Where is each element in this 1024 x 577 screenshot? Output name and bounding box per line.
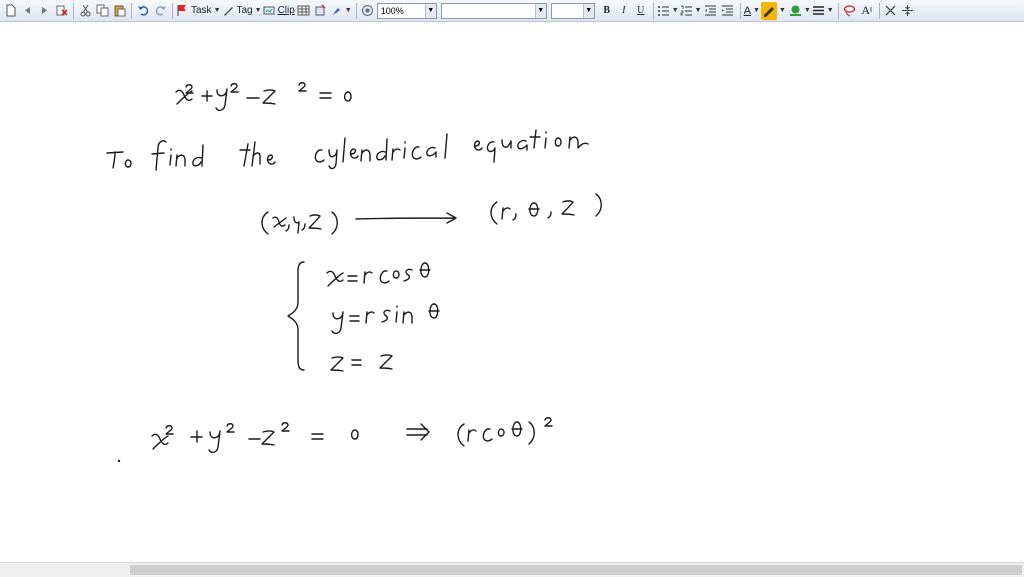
ink-brace-system [287,261,440,372]
bold-button[interactable]: B [599,2,615,20]
attach-icon[interactable] [313,2,329,20]
toolbar-separator [131,2,132,19]
undo-icon[interactable] [135,2,151,20]
pen-tag-icon [223,7,233,16]
toolbar: Task ▼ Tag ▼ Clip ▼ 100% ▼ ▼ ▼ B I U ▼ ▼… [0,0,1024,22]
cut-icon[interactable] [77,2,93,20]
lasso-icon[interactable] [842,2,858,20]
toolbar-separator [878,2,880,19]
outdent-icon[interactable] [703,2,719,20]
clip-icon [263,6,275,15]
tag-label: Tag [236,5,253,16]
flag-icon [177,5,186,16]
bullet-list-icon[interactable]: ▼ [657,2,679,20]
eraser-icon[interactable] [883,2,899,20]
back-icon[interactable] [19,2,35,20]
ink-dot [117,459,121,463]
zoom-icon[interactable] [360,2,376,20]
handwriting-canvas[interactable]: (r,θ,z) --> [0,22,1024,562]
zoom-value: 100% [380,5,404,16]
ink-text-heading [106,129,589,171]
ink-substitution [151,417,553,454]
toolbar-separator [355,2,357,19]
chevron-down-icon: ▼ [254,7,262,14]
toolbar-separator [73,2,74,19]
toolbar-separator [739,2,741,19]
scrollbar-thumb[interactable] [130,565,1022,575]
task-label: Task [191,5,212,16]
highlighter-icon[interactable] [760,1,777,20]
line-style-icon[interactable]: ▼ [812,2,834,20]
font-name-select[interactable]: ▼ [440,2,547,19]
paste-icon[interactable] [111,2,127,20]
indent-icon[interactable] [720,2,736,20]
pen-icon[interactable]: ▼ [330,2,352,20]
fill-color-icon[interactable]: ▼ [789,2,811,20]
horizontal-scrollbar[interactable] [0,562,1024,577]
chevron-down-icon: ▼ [534,3,546,18]
chevron-down-icon: ▼ [582,3,594,18]
copy-icon[interactable] [94,2,110,20]
task-button[interactable]: Task ▼ [176,2,221,20]
ink-equation-original [175,82,352,112]
font-color-button[interactable]: A ▼ [744,2,760,20]
tag-button[interactable]: Tag ▼ [222,2,262,20]
ink-mapping-arrow [261,193,602,235]
chevron-down-icon[interactable]: ▼ [779,7,786,14]
underline-button[interactable]: U [633,2,649,20]
zoom-select[interactable]: 100% ▼ [376,2,437,19]
toolbar-separator [172,2,173,19]
chevron-down-icon: ▼ [424,3,436,18]
toolbar-separator [652,2,654,19]
font-size-select[interactable]: ▼ [550,2,595,19]
numbered-list-icon[interactable]: ▼ [680,2,702,20]
clip-label: Clip [277,5,295,16]
redo-icon[interactable] [152,2,168,20]
toolbar-separator [837,2,839,19]
italic-button[interactable]: I [616,2,632,20]
delete-icon[interactable] [53,2,69,20]
forward-icon[interactable] [36,2,52,20]
new-page-icon[interactable] [2,2,18,20]
text-size-button[interactable]: AI [859,2,875,20]
split-icon[interactable] [900,2,916,20]
table-icon[interactable] [296,2,312,20]
font-color-label: A [743,4,751,17]
chevron-down-icon: ▼ [213,7,221,14]
text-size-label: A [861,3,871,17]
clip-button[interactable]: Clip [263,2,295,20]
